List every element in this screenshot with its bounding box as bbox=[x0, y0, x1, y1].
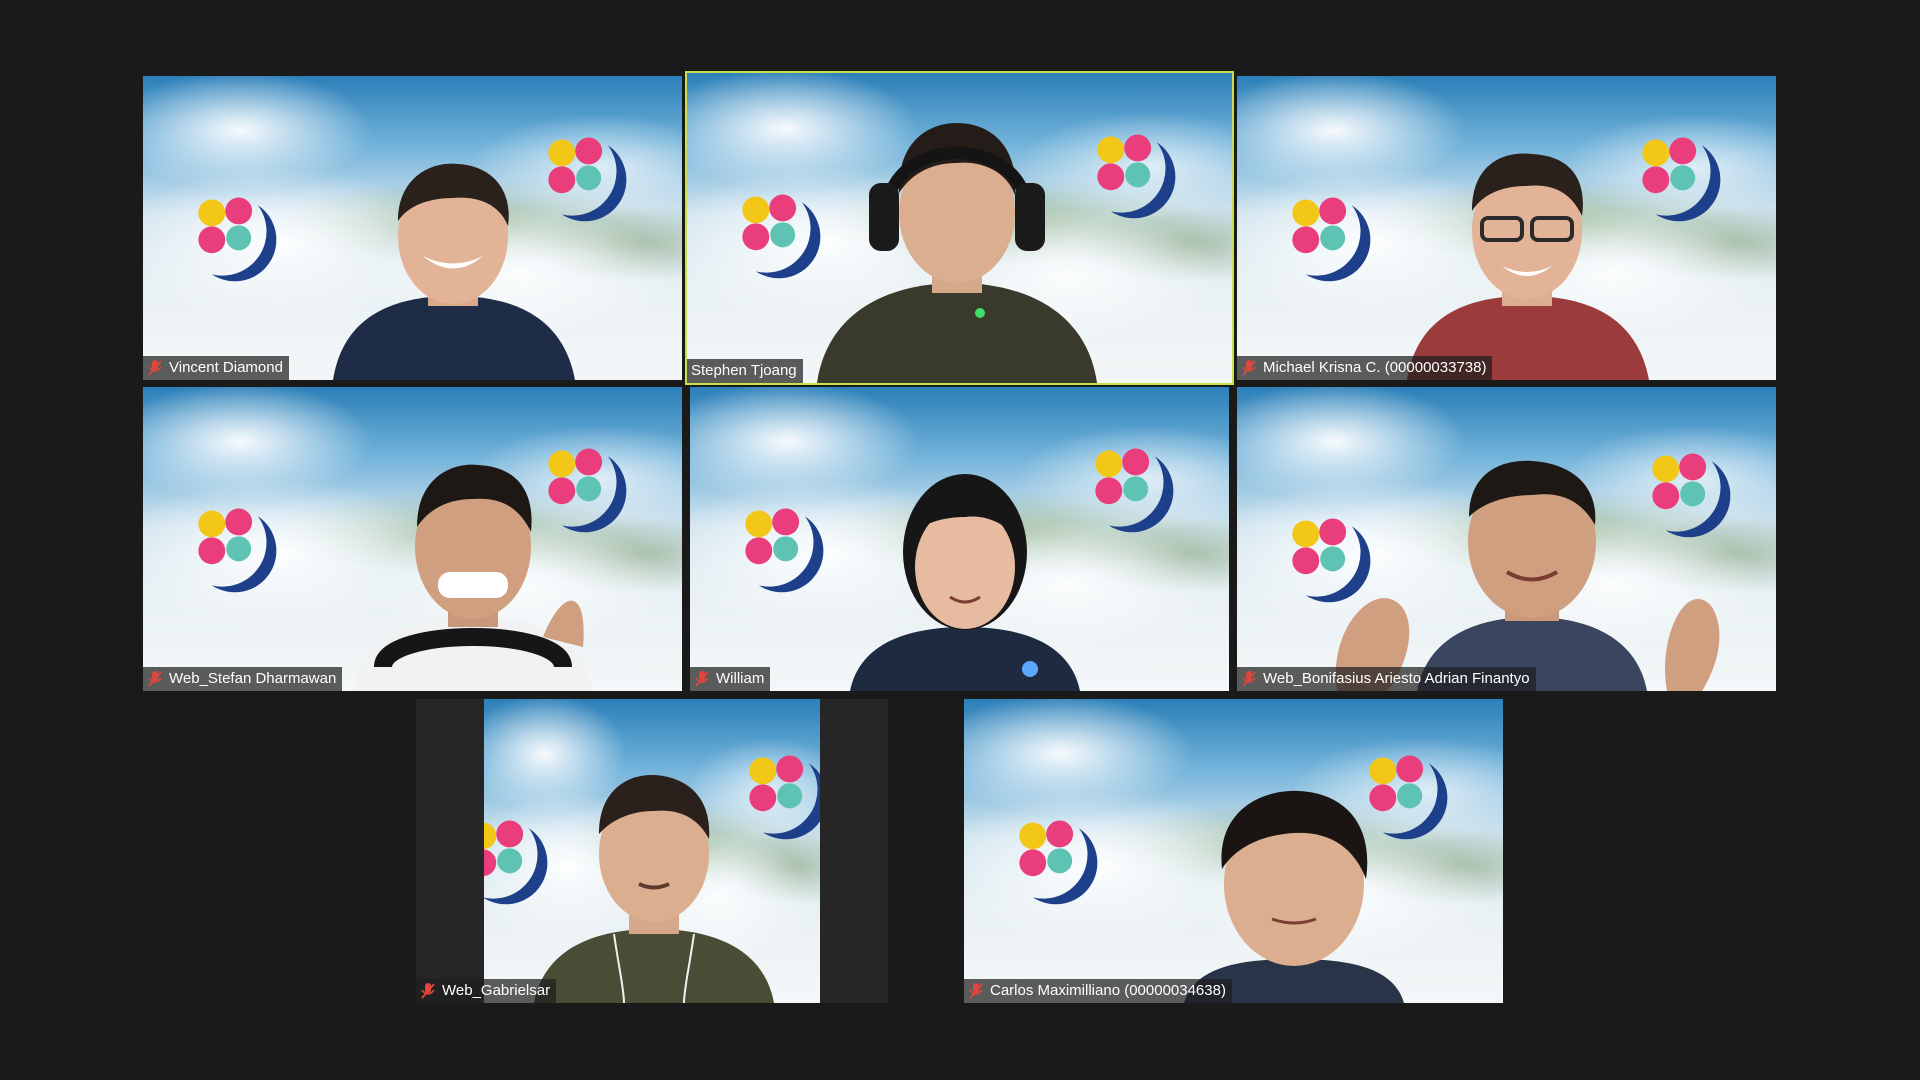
brand-logo-icon bbox=[1019, 820, 1098, 905]
participant-name: Web_Bonifasius Ariesto Adrian Finantyo bbox=[1263, 670, 1530, 687]
participant-video bbox=[534, 774, 774, 1003]
participant-video bbox=[333, 163, 575, 380]
participant-name: Michael Krisna C. (00000033738) bbox=[1263, 359, 1487, 376]
muted-mic-icon bbox=[1242, 360, 1256, 376]
participant-name: Stephen Tjoang bbox=[691, 362, 797, 379]
participant-video bbox=[1184, 790, 1404, 1003]
participant-nameplate: Web_Bonifasius Ariesto Adrian Finantyo bbox=[1237, 667, 1536, 691]
participant-name: Vincent Diamond bbox=[169, 359, 283, 376]
video-tile[interactable]: Michael Krisna C. (00000033738) bbox=[1237, 76, 1776, 380]
video-tile[interactable]: William bbox=[690, 387, 1229, 691]
muted-mic-icon bbox=[148, 360, 162, 376]
video-tile[interactable]: Carlos Maximilliano (00000034638) bbox=[964, 699, 1503, 1003]
gallery-view: Vincent Diamond Stephen Tjoang Michael K… bbox=[0, 0, 1920, 1080]
video-tile[interactable]: Vincent Diamond bbox=[143, 76, 682, 380]
participant-video bbox=[817, 123, 1097, 383]
video-tile[interactable]: Web_Stefan Dharmawan bbox=[143, 387, 682, 691]
brand-logo-icon bbox=[198, 508, 277, 593]
brand-logo-icon bbox=[745, 508, 824, 593]
participant-video bbox=[850, 474, 1080, 691]
participant-video bbox=[1335, 460, 1720, 691]
participant-nameplate: Web_Stefan Dharmawan bbox=[143, 667, 343, 691]
participant-name: Web_Stefan Dharmawan bbox=[169, 670, 337, 687]
participant-name: Carlos Maximilliano (00000034638) bbox=[990, 982, 1226, 999]
participant-nameplate: Web_Gabrielsar bbox=[416, 979, 557, 1003]
brand-logo-icon bbox=[198, 197, 277, 282]
participant-nameplate: Vincent Diamond bbox=[143, 356, 289, 380]
muted-mic-icon bbox=[1242, 671, 1256, 687]
participant-name: Web_Gabrielsar bbox=[442, 982, 551, 999]
video-tile[interactable]: Web_Bonifasius Ariesto Adrian Finantyo bbox=[1237, 387, 1776, 691]
brand-logo-icon bbox=[1292, 197, 1371, 282]
muted-mic-icon bbox=[695, 671, 709, 687]
video-tile[interactable]: Web_Gabrielsar bbox=[416, 699, 888, 1003]
video-tile-active-speaker[interactable]: Stephen Tjoang bbox=[685, 71, 1234, 385]
muted-mic-icon bbox=[148, 671, 162, 687]
muted-mic-icon bbox=[969, 983, 983, 999]
participant-nameplate: Michael Krisna C. (00000033738) bbox=[1237, 356, 1493, 380]
participant-video bbox=[1407, 153, 1649, 380]
participant-nameplate: Stephen Tjoang bbox=[687, 359, 803, 383]
video-frame bbox=[484, 699, 820, 1003]
participant-video bbox=[353, 464, 593, 691]
participant-nameplate: Carlos Maximilliano (00000034638) bbox=[964, 979, 1232, 1003]
participant-name: William bbox=[716, 670, 765, 687]
muted-mic-icon bbox=[421, 983, 435, 999]
participant-nameplate: William bbox=[690, 667, 771, 691]
